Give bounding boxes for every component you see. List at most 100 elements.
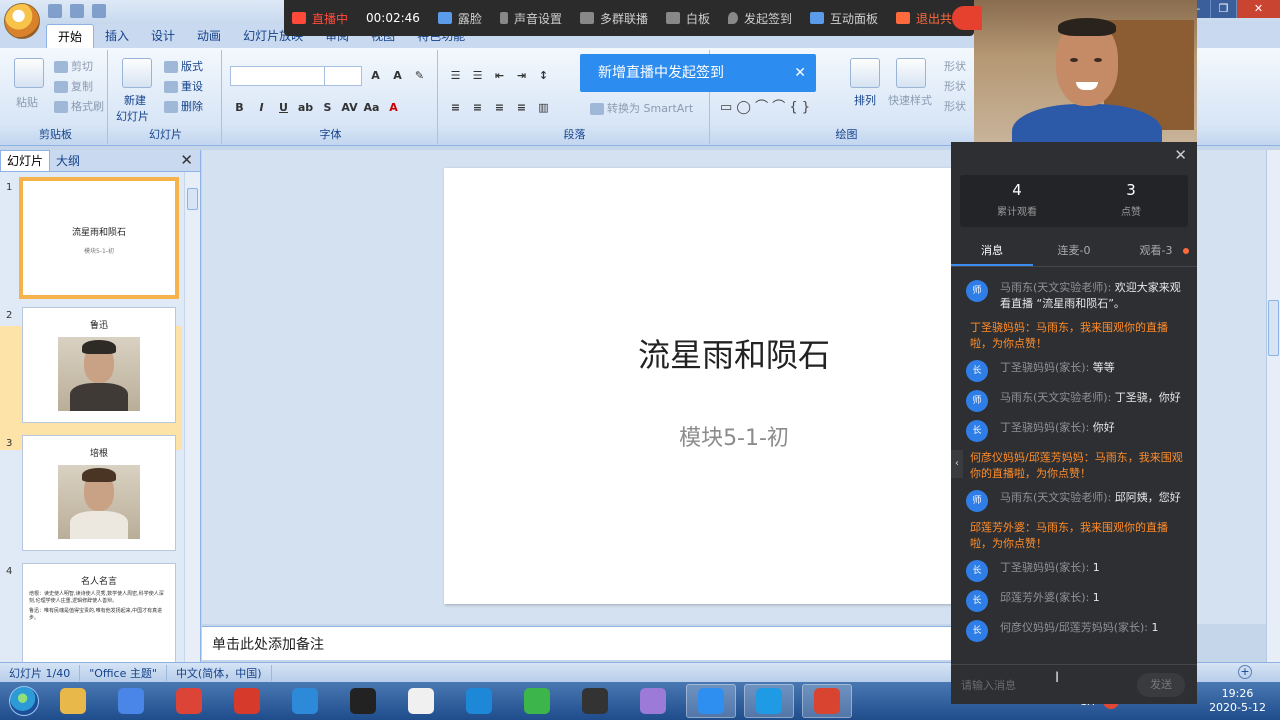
signin-button[interactable]: 发起签到	[727, 10, 792, 27]
office-button[interactable]	[4, 3, 40, 39]
taskbar-app-media[interactable]	[512, 684, 562, 718]
taskbar-app-edge-like[interactable]	[280, 684, 330, 718]
case-icon[interactable]: Aa	[362, 98, 381, 117]
shape-effect-button[interactable]: 形状	[944, 98, 966, 114]
taskbar-app-app-tv-active[interactable]	[744, 684, 794, 718]
taskbar-app-document[interactable]	[396, 684, 446, 718]
close-icon[interactable]: ✕	[180, 151, 193, 169]
columns-icon[interactable]: ▥	[534, 98, 553, 117]
taskbar-app-chrome[interactable]	[164, 684, 214, 718]
convert-smartart-button[interactable]: 转换为 SmartArt	[590, 100, 693, 116]
zoom-in-icon[interactable]: +	[1238, 665, 1252, 679]
shapes-gallery[interactable]: ▭ ◯ ⌒ ⌒ { }	[720, 96, 810, 115]
current-slide[interactable]: 流星雨和陨石 模块5-1-初	[444, 168, 964, 604]
close-icon[interactable]: ✕	[794, 54, 806, 92]
redo-icon[interactable]	[92, 4, 106, 18]
align-center-icon[interactable]: ≡	[468, 98, 487, 117]
tab-messages[interactable]: 消息	[951, 237, 1033, 266]
clock[interactable]: 19:26 2020-5-12	[1209, 687, 1266, 715]
thumb-scrollbar[interactable]	[184, 172, 200, 663]
whiteboard-button[interactable]: 白板	[665, 10, 710, 27]
bold-icon[interactable]: B	[230, 98, 249, 117]
decrease-indent-icon[interactable]: ⇤	[490, 66, 509, 85]
collapse-panel-icon[interactable]: ‹	[951, 450, 963, 478]
arrange-icon[interactable]	[850, 58, 880, 88]
taskbar-app-camera[interactable]	[338, 684, 388, 718]
camera-button[interactable]: 露脸	[437, 10, 482, 27]
quick-styles-icon[interactable]	[896, 58, 926, 88]
strike-icon[interactable]: ab	[296, 98, 315, 117]
new-slide-button-2[interactable]: 幻灯片	[116, 108, 149, 124]
save-icon[interactable]	[48, 4, 62, 18]
close-icon[interactable]: ✕	[1174, 146, 1187, 164]
taskbar-app-ie[interactable]	[454, 684, 504, 718]
new-slide-icon[interactable]	[122, 58, 152, 88]
send-button[interactable]: 发送	[1137, 673, 1185, 697]
taskbar-app-app-blue-active[interactable]	[686, 684, 736, 718]
font-family-select[interactable]	[230, 66, 326, 86]
audio-settings-button[interactable]: 声音设置	[499, 10, 562, 27]
delete-slide-button[interactable]: 删除	[164, 98, 203, 114]
slide-subtitle[interactable]: 模块5-1-初	[444, 420, 1024, 452]
taskbar-app-app-bird[interactable]	[570, 684, 620, 718]
numbering-icon[interactable]: ☰	[468, 66, 487, 85]
scroll-thumb[interactable]	[187, 188, 198, 210]
start-button[interactable]	[0, 682, 48, 720]
underline-icon[interactable]: U	[274, 98, 293, 117]
message-list[interactable]: 师马雨东(天文实验老师): 欢迎大家来观看直播 “流星雨和陨石”。 丁圣骁妈妈：马…	[951, 272, 1197, 660]
undo-icon[interactable]	[70, 4, 84, 18]
close-button[interactable]: ✕	[1236, 0, 1280, 18]
quick-styles-button[interactable]: 快速样式	[888, 92, 932, 108]
interact-panel-button[interactable]: 互动面板	[810, 10, 878, 27]
font-color-icon[interactable]: A	[384, 98, 403, 117]
clear-format-icon[interactable]: ✎	[410, 66, 429, 85]
slide-title[interactable]: 流星雨和陨石	[444, 330, 1024, 376]
slide-thumb-2[interactable]: 鲁迅	[22, 307, 176, 423]
shape-fill-button[interactable]: 形状	[944, 58, 966, 74]
shape-outline-button[interactable]: 形状	[944, 78, 966, 94]
tab-home[interactable]: 开始	[46, 24, 95, 48]
format-painter-button[interactable]: 格式刷	[54, 98, 104, 114]
line-spacing-icon[interactable]: ↕	[534, 66, 553, 85]
tab-viewers[interactable]: 观看-3	[1115, 237, 1197, 266]
end-live-button[interactable]	[952, 6, 982, 30]
slide-thumb-1[interactable]: 流星雨和陨石 模块5-1-初	[19, 177, 179, 299]
reset-button[interactable]: 重设	[164, 78, 203, 94]
grow-font-icon[interactable]: A	[366, 66, 385, 85]
align-left-icon[interactable]: ≡	[446, 98, 465, 117]
scroll-thumb[interactable]	[1268, 300, 1279, 356]
taskbar-app-photos[interactable]	[106, 684, 156, 718]
increase-indent-icon[interactable]: ⇥	[512, 66, 531, 85]
shrink-font-icon[interactable]: A	[388, 66, 407, 85]
tab-slides[interactable]: 幻灯片	[0, 150, 51, 171]
taskbar-app-powerpoint-active[interactable]	[802, 684, 852, 718]
taskbar-app-file-explorer[interactable]	[48, 684, 98, 718]
tab-outline[interactable]: 大纲	[50, 151, 86, 171]
slide-thumb-3[interactable]: 培根	[22, 435, 176, 551]
tab-co-mic[interactable]: 连麦-0	[1033, 237, 1115, 266]
layout-button[interactable]: 版式	[164, 58, 203, 74]
taskbar-app-paint[interactable]	[628, 684, 678, 718]
cut-button[interactable]: 剪切	[54, 58, 93, 74]
slide-scrollbar[interactable]	[1266, 150, 1280, 662]
paste-icon[interactable]	[14, 58, 44, 88]
bullets-icon[interactable]: ☰	[446, 66, 465, 85]
restore-button[interactable]: ❐	[1210, 0, 1236, 18]
arrange-button[interactable]: 排列	[854, 92, 876, 108]
tab-animation[interactable]: 动画	[186, 24, 232, 48]
justify-icon[interactable]: ≡	[512, 98, 531, 117]
new-slide-button[interactable]: 新建	[124, 92, 146, 108]
tab-design[interactable]: 设计	[140, 24, 186, 48]
italic-icon[interactable]: I	[252, 98, 271, 117]
message-input[interactable]: 请输入消息	[961, 677, 1016, 693]
shadow-icon[interactable]: S	[318, 98, 337, 117]
copy-button[interactable]: 复制	[54, 78, 93, 94]
taskbar-app-app-red[interactable]	[222, 684, 272, 718]
spacing-icon[interactable]: AV	[340, 98, 359, 117]
tab-insert[interactable]: 插入	[94, 24, 140, 48]
multi-broadcast-button[interactable]: 多群联播	[579, 10, 648, 27]
webcam-preview[interactable]	[974, 0, 1197, 142]
paste-button[interactable]: 粘贴	[16, 94, 38, 110]
font-size-select[interactable]	[324, 66, 362, 86]
slide-thumb-4[interactable]: 名人名言 培根：读史使人明智,读诗使人灵秀,数学使人周密,科学使人深刻,伦理学使…	[22, 563, 176, 663]
